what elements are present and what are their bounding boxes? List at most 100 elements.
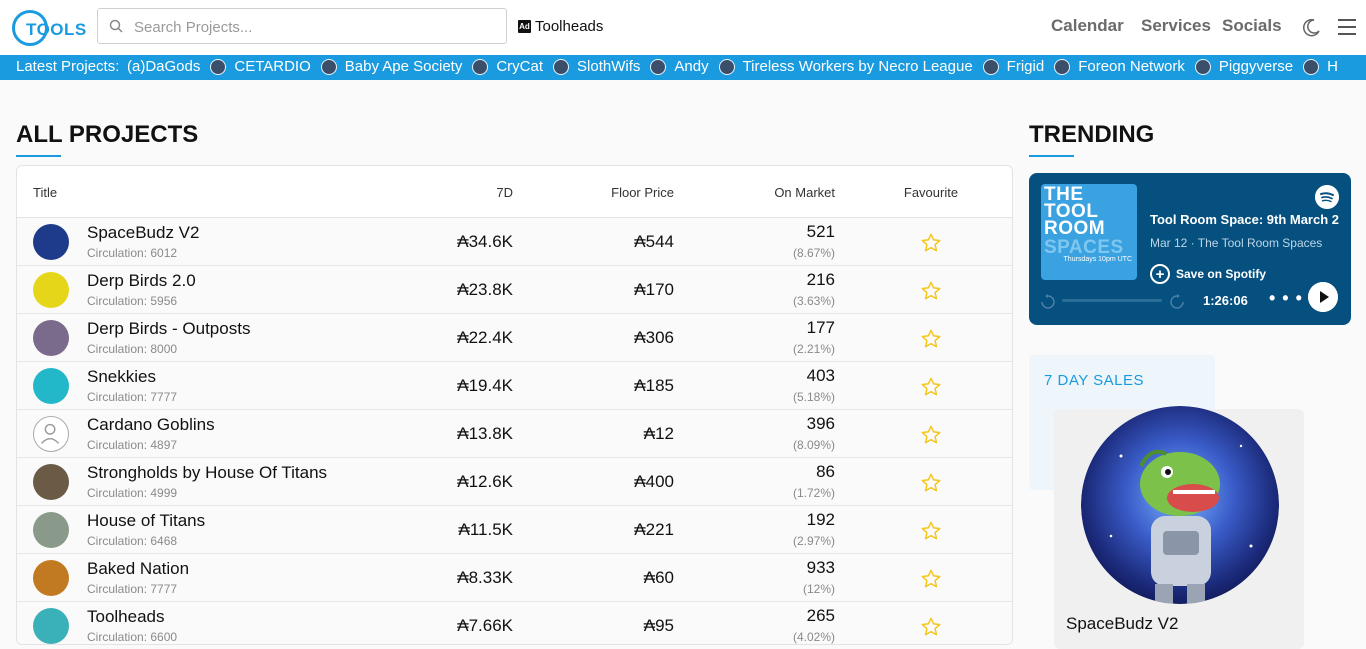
table-row[interactable]: Cardano Goblins Circulation: 4897 ₳13.8K ₳1… bbox=[17, 410, 1012, 458]
project-avatar-icon bbox=[472, 58, 489, 75]
favourite-star-icon[interactable] bbox=[920, 328, 942, 350]
ticker-item[interactable]: Foreon Network bbox=[1054, 58, 1185, 75]
project-floor-price: ₳12 bbox=[643, 424, 674, 443]
ticker-item[interactable]: Piggyverse bbox=[1194, 58, 1293, 75]
hamburger-menu-icon[interactable] bbox=[1338, 19, 1356, 35]
ticker-item[interactable]: H bbox=[1303, 58, 1338, 75]
ad-label: Toolheads bbox=[535, 17, 604, 35]
column-7d[interactable]: 7D bbox=[457, 185, 513, 200]
ticker-item[interactable]: SlothWifs bbox=[553, 58, 640, 75]
rewind-15-icon[interactable] bbox=[1039, 293, 1057, 311]
table-row[interactable]: Snekkies Circulation: 7777 ₳19.4K ₳185 403 (5… bbox=[17, 362, 1012, 410]
forward-15-icon[interactable] bbox=[1168, 293, 1186, 311]
project-floor-price: ₳306 bbox=[634, 328, 674, 347]
spotify-logo-icon[interactable] bbox=[1315, 185, 1339, 209]
project-avatar-icon bbox=[650, 58, 667, 75]
table-row[interactable]: Toolheads Circulation: 6600 ₳7.66K ₳95 265 (4… bbox=[17, 602, 1012, 644]
project-avatar-icon bbox=[33, 368, 69, 404]
favourite-star-icon[interactable] bbox=[920, 520, 942, 542]
favourite-star-icon[interactable] bbox=[920, 424, 942, 446]
column-title[interactable]: Title bbox=[33, 185, 57, 200]
favourite-star-icon[interactable] bbox=[920, 616, 942, 638]
progress-bar[interactable] bbox=[1062, 299, 1162, 302]
favourite-star-icon[interactable] bbox=[920, 472, 942, 494]
table-row[interactable]: Baked Nation Circulation: 7777 ₳8.33K ₳60 93… bbox=[17, 554, 1012, 602]
project-on-market-percent: (8.67%) bbox=[792, 246, 835, 260]
favourite-star-icon[interactable] bbox=[920, 376, 942, 398]
save-on-spotify-button[interactable]: + Save on Spotify bbox=[1150, 263, 1266, 285]
favourite-star-icon[interactable] bbox=[920, 568, 942, 590]
ticker-item[interactable]: (a)DaGods bbox=[127, 58, 200, 75]
spotify-embed[interactable]: THE TOOL ROOM SPACES Thursdays 10pm UTC … bbox=[1029, 173, 1351, 325]
nav-socials[interactable]: Socials bbox=[1222, 16, 1282, 36]
project-name[interactable]: House of Titans bbox=[87, 511, 205, 531]
project-avatar-icon bbox=[320, 58, 337, 75]
heading-underline bbox=[1029, 155, 1074, 157]
cover-note: Thursdays 10pm UTC bbox=[1063, 256, 1132, 263]
table-row[interactable]: Strongholds by House Of Titans Circulatio… bbox=[17, 458, 1012, 506]
all-projects-heading: ALL PROJECTS bbox=[16, 121, 199, 148]
project-floor-price: ₳185 bbox=[634, 376, 674, 395]
dark-mode-moon-icon[interactable] bbox=[1301, 18, 1321, 38]
project-circulation: Circulation: 7777 bbox=[87, 390, 178, 404]
project-floor-price: ₳170 bbox=[634, 280, 674, 299]
project-name[interactable]: Snekkies bbox=[87, 367, 156, 387]
project-avatar-icon bbox=[718, 58, 735, 75]
latest-projects-ticker: Latest Projects: (a)DaGods CETARDIO Baby… bbox=[0, 55, 1366, 80]
more-options-icon[interactable]: • • • bbox=[1269, 288, 1303, 309]
table-row[interactable]: Derp Birds 2.0 Circulation: 5956 ₳23.8K ₳17… bbox=[17, 266, 1012, 314]
project-circulation: Circulation: 7777 bbox=[87, 582, 178, 596]
project-avatar-icon bbox=[1303, 58, 1320, 75]
project-name[interactable]: Strongholds by House Of Titans bbox=[87, 463, 327, 483]
table-row[interactable]: Derp Birds - Outposts Circulation: 8000 ₳2… bbox=[17, 314, 1012, 362]
ticker-item[interactable]: CryCat bbox=[472, 58, 543, 75]
ticker-item[interactable]: Frigid bbox=[982, 58, 1044, 75]
favourite-star-icon[interactable] bbox=[920, 232, 942, 254]
project-7d-volume: ₳23.8K bbox=[457, 280, 513, 299]
ad-link[interactable]: Ad Toolheads bbox=[518, 16, 603, 36]
ticker-item[interactable]: CETARDIO bbox=[210, 58, 311, 75]
plus-icon: + bbox=[1150, 264, 1170, 284]
project-avatar-icon bbox=[982, 58, 999, 75]
ticker-item[interactable]: Tireless Workers by Necro League bbox=[718, 58, 973, 75]
project-name[interactable]: SpaceBudz V2 bbox=[87, 223, 199, 243]
table-row[interactable]: SpaceBudz V2 Circulation: 6012 ₳34.6K ₳544 5… bbox=[17, 218, 1012, 266]
project-on-market-percent: (8.09%) bbox=[792, 438, 835, 452]
seven-day-sales-label: 7 DAY SALES bbox=[1044, 372, 1144, 389]
project-name[interactable]: Toolheads bbox=[87, 607, 165, 627]
project-circulation: Circulation: 6468 bbox=[87, 534, 178, 548]
project-name[interactable]: Cardano Goblins bbox=[87, 415, 215, 435]
project-name[interactable]: Derp Birds 2.0 bbox=[87, 271, 196, 291]
project-on-market-percent: (4.02%) bbox=[792, 630, 835, 644]
projects-table: Title 7D Floor Price On Market Favourite… bbox=[16, 165, 1013, 645]
episode-subtitle[interactable]: Mar 12 · The Tool Room Spaces bbox=[1150, 236, 1340, 250]
spacebudz-image[interactable] bbox=[1081, 406, 1279, 604]
search-box[interactable] bbox=[97, 8, 507, 44]
project-avatar-icon bbox=[210, 58, 227, 75]
project-on-market: 86 bbox=[816, 462, 835, 481]
search-input[interactable] bbox=[134, 15, 494, 39]
episode-title[interactable]: Tool Room Space: 9th March 2 bbox=[1150, 212, 1340, 227]
project-avatar-icon bbox=[33, 416, 69, 452]
podcast-cover[interactable]: THE TOOL ROOM SPACES Thursdays 10pm UTC bbox=[1041, 184, 1137, 280]
ticker-item[interactable]: Andy bbox=[650, 58, 709, 75]
project-avatar-icon bbox=[1194, 58, 1211, 75]
sales-project-name[interactable]: SpaceBudz V2 bbox=[1066, 614, 1178, 634]
project-name[interactable]: Derp Birds - Outposts bbox=[87, 319, 250, 339]
column-floor-price[interactable]: Floor Price bbox=[597, 185, 674, 200]
project-avatar-icon bbox=[33, 464, 69, 500]
favourite-star-icon[interactable] bbox=[920, 280, 942, 302]
ticker-item[interactable]: Baby Ape Society bbox=[320, 58, 462, 75]
project-7d-volume: ₳22.4K bbox=[457, 328, 513, 347]
project-name[interactable]: Baked Nation bbox=[87, 559, 189, 579]
project-avatar-icon bbox=[33, 512, 69, 548]
project-floor-price: ₳400 bbox=[634, 472, 674, 491]
column-on-market[interactable]: On Market bbox=[757, 185, 835, 200]
nav-calendar[interactable]: Calendar bbox=[1051, 16, 1124, 36]
project-circulation: Circulation: 5956 bbox=[87, 294, 178, 308]
nav-services[interactable]: Services bbox=[1141, 16, 1211, 36]
tools-logo[interactable]: TOOLS bbox=[12, 10, 86, 48]
table-row[interactable]: House of Titans Circulation: 6468 ₳11.5K ₳2… bbox=[17, 506, 1012, 554]
play-button-icon[interactable] bbox=[1308, 282, 1338, 312]
project-floor-price: ₳221 bbox=[634, 520, 674, 539]
